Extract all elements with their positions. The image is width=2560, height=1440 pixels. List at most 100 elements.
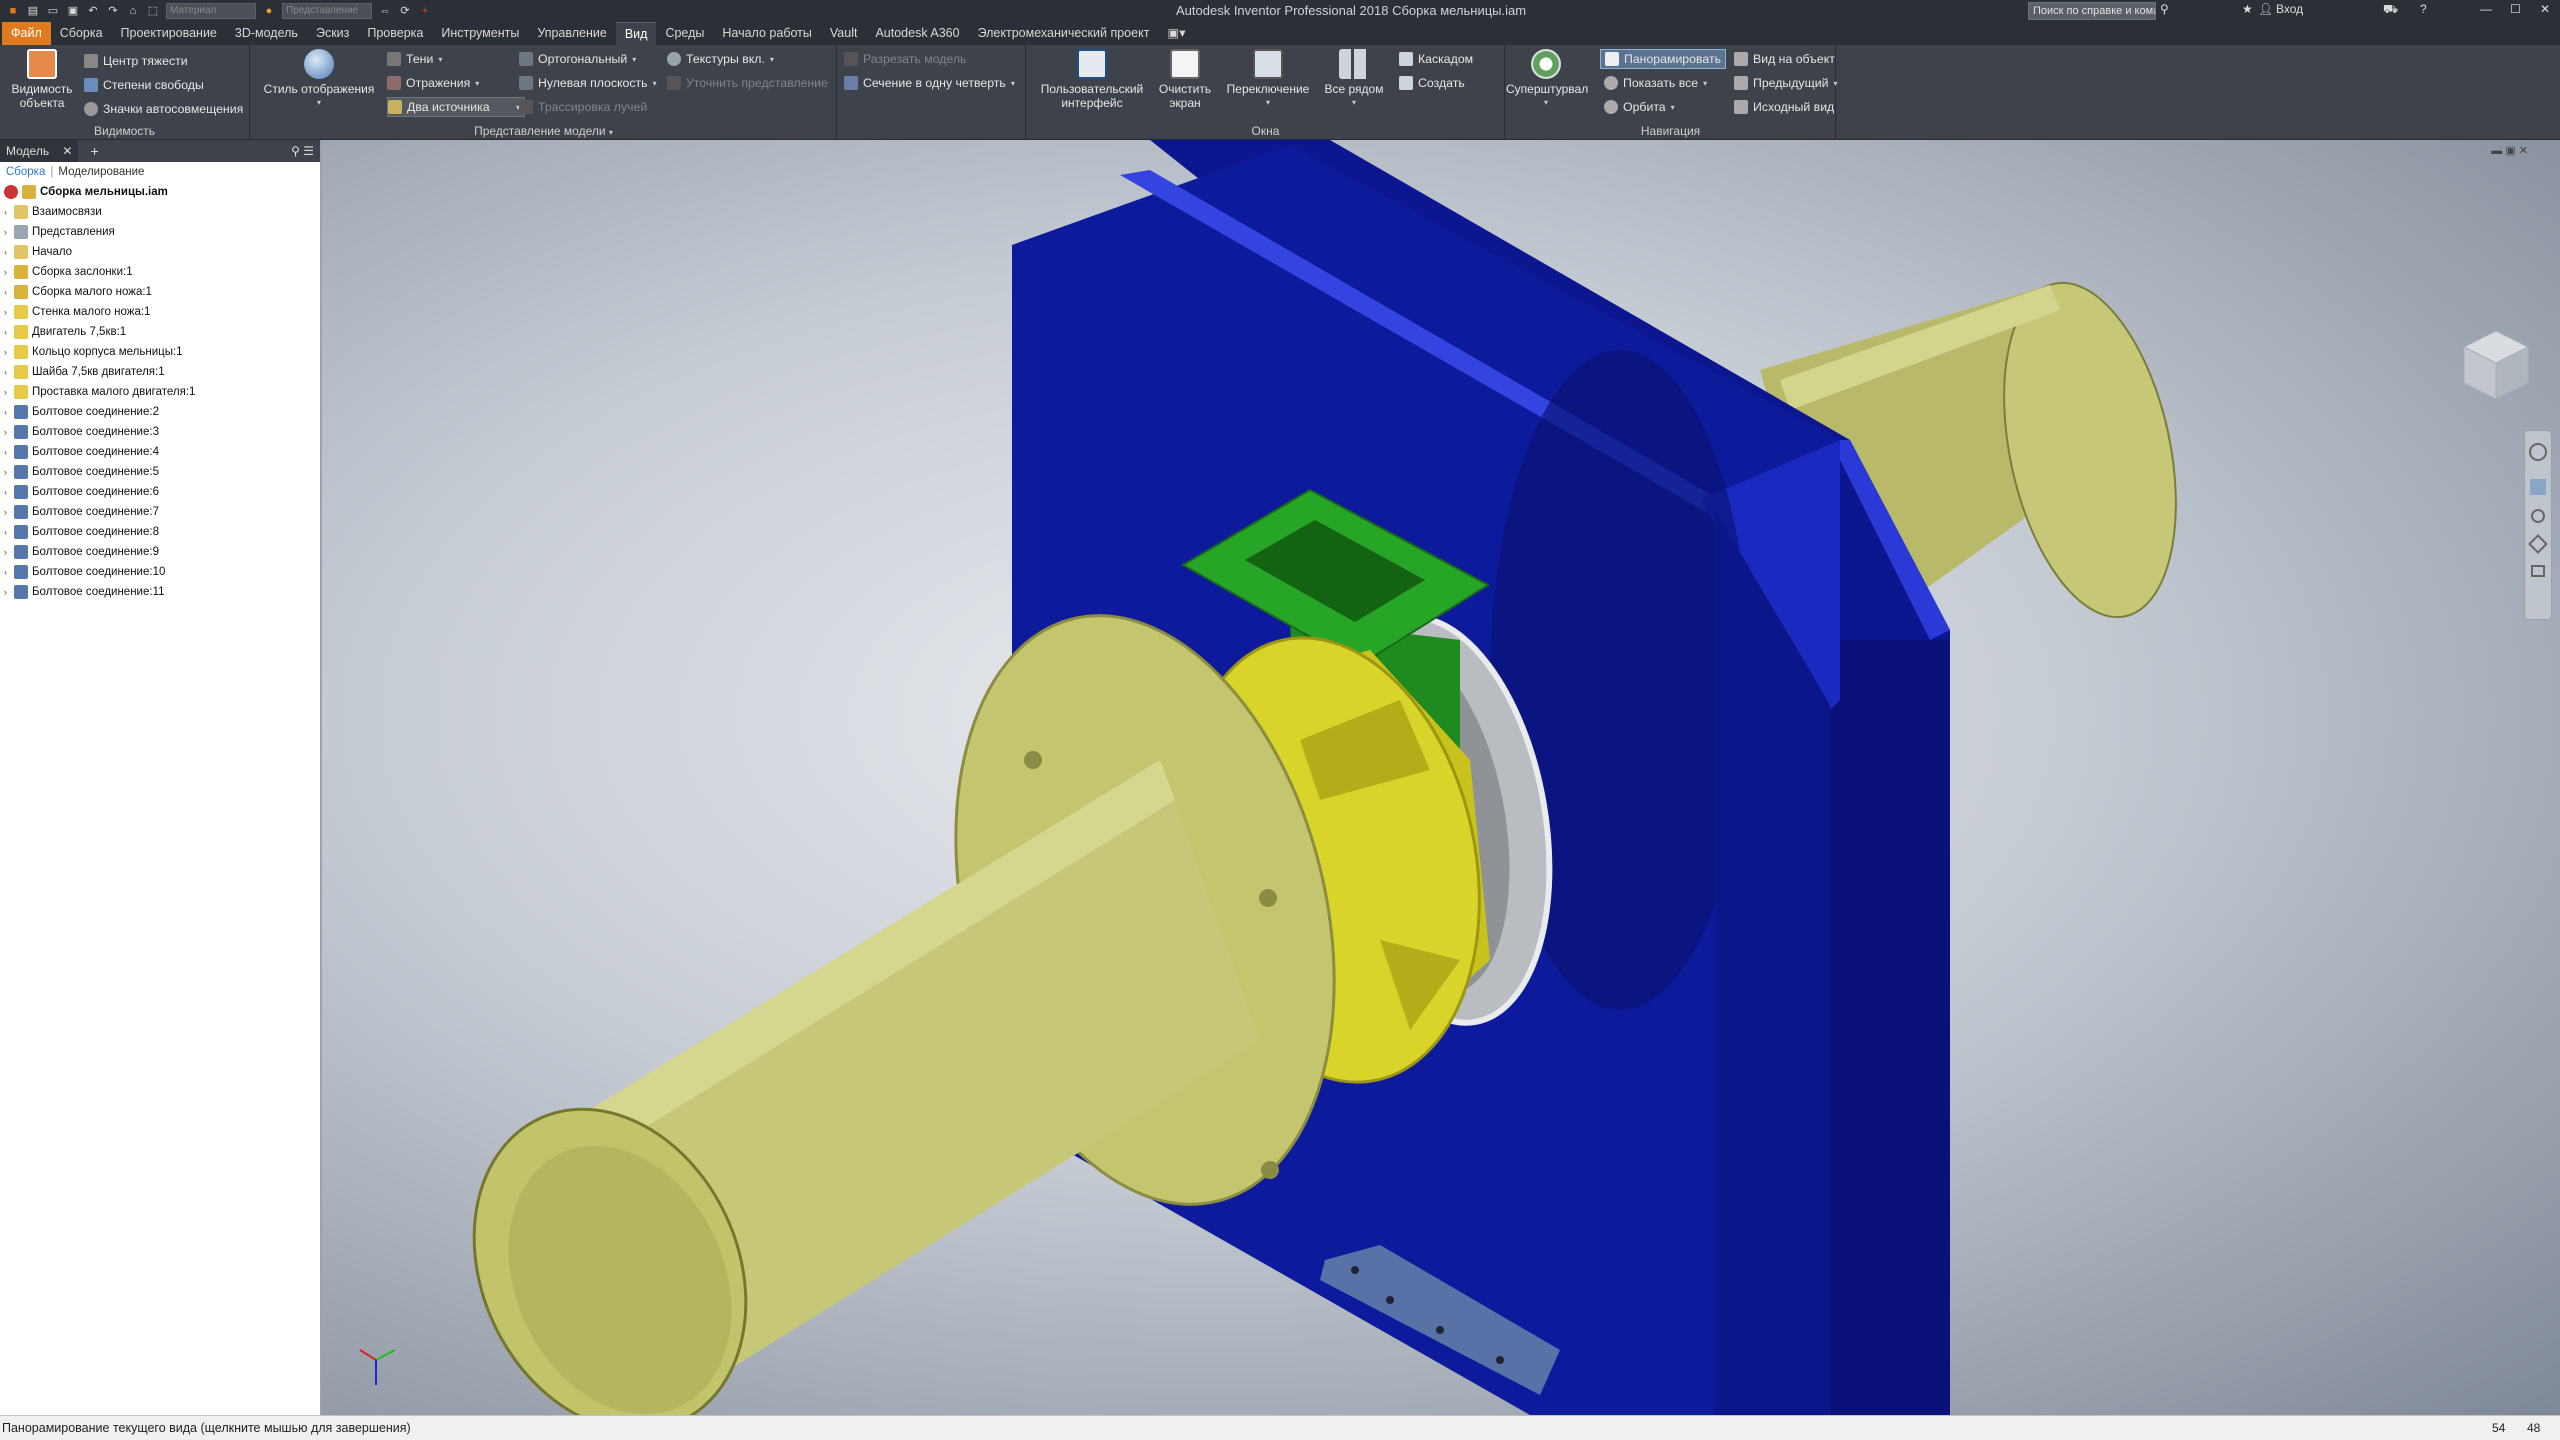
clean-screen-button[interactable]: Очистить экран xyxy=(1155,49,1215,110)
viewport-window-controls[interactable]: ▬ ▣ ✕ xyxy=(2491,144,2528,157)
add-icon[interactable]: + xyxy=(418,5,432,18)
redo-icon[interactable]: ↷ xyxy=(106,5,120,18)
shadows-button[interactable]: Тени ▾ xyxy=(387,49,442,69)
tab-inspect[interactable]: Проверка xyxy=(358,22,432,45)
save-icon[interactable]: ▣ xyxy=(66,5,80,18)
panel-title-appearance[interactable]: Представление модели ▾ xyxy=(251,124,836,138)
main-motor[interactable] xyxy=(423,760,1260,1415)
tree-item[interactable]: › Болтовое соединение:10 xyxy=(4,562,320,582)
tree-item[interactable]: › Стенка малого ножа:1 xyxy=(4,302,320,322)
tab-environments[interactable]: Среды xyxy=(656,22,713,45)
pan-button[interactable]: Панорамировать xyxy=(1600,49,1726,69)
select-icon[interactable]: ⬚ xyxy=(146,5,160,18)
tab-overflow[interactable]: ▣▾ xyxy=(1158,22,1194,45)
tree-item[interactable]: › Болтовое соединение:7 xyxy=(4,502,320,522)
signin-link[interactable]: Вход xyxy=(2276,2,2303,16)
binoculars-icon[interactable]: ⚲ xyxy=(2160,2,2169,16)
new-window-button[interactable]: Создать xyxy=(1399,73,1465,93)
tree-item[interactable]: › Болтовое соединение:2 xyxy=(4,402,320,422)
zoom-all-button[interactable]: Показать все ▾ xyxy=(1604,73,1707,93)
textures-on-button[interactable]: Текстуры вкл. ▾ xyxy=(667,49,774,69)
subtab-modeling[interactable]: Моделирование xyxy=(58,166,144,178)
new-file-icon[interactable]: ▤ xyxy=(26,5,40,18)
tree-item[interactable]: › Болтовое соединение:8 xyxy=(4,522,320,542)
tab-get-started[interactable]: Начало работы xyxy=(713,22,820,45)
center-of-gravity-button[interactable]: Центр тяжести xyxy=(84,51,188,71)
help-search-input[interactable]: Поиск по справке и командам xyxy=(2028,2,2156,20)
tree-item[interactable]: › Проставка малого двигателя:1 xyxy=(4,382,320,402)
object-visibility-button[interactable]: Видимость объекта xyxy=(6,49,78,110)
tree-item[interactable]: › Болтовое соединение:11 xyxy=(4,582,320,602)
orthographic-button[interactable]: Ортогональный ▾ xyxy=(519,49,636,69)
tree-root[interactable]: Сборка мельницы.iam xyxy=(4,182,320,202)
graphics-window[interactable]: ▬ ▣ ✕ xyxy=(322,140,2560,1415)
degrees-of-freedom-button[interactable]: Степени свободы xyxy=(84,75,204,95)
help-icon[interactable]: ? xyxy=(2420,2,2427,16)
home-view-button[interactable]: Исходный вид xyxy=(1734,97,1834,117)
tree-item[interactable]: › Двигатель 7,5кв:1 xyxy=(4,322,320,342)
refine-appearance-button[interactable]: Уточнить представление xyxy=(667,73,828,93)
inventor-logo-icon[interactable]: ■ xyxy=(6,5,20,18)
ground-plane-button[interactable]: Нулевая плоскость ▾ xyxy=(519,73,657,93)
subtab-assembly[interactable]: Сборка xyxy=(6,166,45,178)
open-icon[interactable]: ▭ xyxy=(46,5,60,18)
tab-assemble[interactable]: Сборка xyxy=(51,22,112,45)
user-interface-button[interactable]: Пользовательский интерфейс xyxy=(1033,49,1151,110)
tile-all-button[interactable]: Все рядом ▾ xyxy=(1319,49,1389,110)
full-wheel-icon[interactable] xyxy=(2529,443,2547,461)
update-icon[interactable]: ⟳ xyxy=(398,5,412,18)
steering-wheel-button[interactable]: Суперштурвал ▾ xyxy=(1506,49,1588,110)
half-section-button[interactable]: Разрезать модель xyxy=(844,49,966,69)
navigation-bar[interactable] xyxy=(2524,430,2552,620)
tree-item[interactable]: › Болтовое соединение:9 xyxy=(4,542,320,562)
tree-item[interactable]: › Болтовое соединение:4 xyxy=(4,442,320,462)
star-icon[interactable]: ★ xyxy=(2242,2,2253,16)
previous-view-button[interactable]: Предыдущий ▾ xyxy=(1734,73,1837,93)
ilogic-glyphs-button[interactable]: Значки автосовмещения xyxy=(84,99,243,119)
look-at-nav-icon[interactable] xyxy=(2531,565,2545,577)
browser-tab-model[interactable]: Модель ✕ xyxy=(0,140,79,162)
quarter-section-button[interactable]: Сечение в одну четверть ▾ xyxy=(844,73,1015,93)
reflections-button[interactable]: Отражения ▾ xyxy=(387,73,479,93)
tab-design[interactable]: Проектирование xyxy=(112,22,226,45)
tab-tools[interactable]: Инструменты xyxy=(432,22,528,45)
pan-icon[interactable] xyxy=(2530,479,2546,495)
close-icon[interactable]: ✕ xyxy=(2540,2,2550,16)
ray-tracing-button[interactable]: Трассировка лучей xyxy=(519,97,647,117)
tab-electromechanical[interactable]: Электромеханический проект xyxy=(969,22,1159,45)
tree-item[interactable]: › Кольцо корпуса мельницы:1 xyxy=(4,342,320,362)
tree-item[interactable]: › Представления xyxy=(4,222,320,242)
tree-item[interactable]: › Болтовое соединение:6 xyxy=(4,482,320,502)
tab-view[interactable]: Вид xyxy=(615,22,657,45)
tree-item[interactable]: › Болтовое соединение:3 xyxy=(4,422,320,442)
tree-item[interactable]: › Шайба 7,5кв двигателя:1 xyxy=(4,362,320,382)
switch-windows-button[interactable]: Переключение ▾ xyxy=(1223,49,1313,110)
appearance-icon[interactable]: ● xyxy=(262,5,276,18)
minimize-icon[interactable]: — xyxy=(2480,2,2492,16)
home-icon[interactable]: ⌂ xyxy=(126,5,140,18)
orbit-nav-icon[interactable] xyxy=(2528,534,2548,554)
undo-icon[interactable]: ↶ xyxy=(86,5,100,18)
tree-item[interactable]: › Начало xyxy=(4,242,320,262)
viewcube[interactable] xyxy=(2456,325,2536,405)
assembly-model[interactable] xyxy=(322,140,2560,1415)
zoom-nav-icon[interactable] xyxy=(2531,509,2545,523)
tab-vault[interactable]: Vault xyxy=(821,22,867,45)
visual-style-button[interactable]: Стиль отображения ▾ xyxy=(257,49,381,110)
cart-icon[interactable]: ⛟ xyxy=(2383,2,2398,18)
maximize-icon[interactable]: ☐ xyxy=(2510,2,2521,16)
tree-item[interactable]: › Сборка заслонки:1 xyxy=(4,262,320,282)
tree-item[interactable]: › Болтовое соединение:5 xyxy=(4,462,320,482)
look-at-button[interactable]: Вид на объект xyxy=(1734,49,1835,69)
appearance-combo[interactable]: Представление xyxy=(282,3,372,19)
tree-item[interactable]: › Взаимосвязи xyxy=(4,202,320,222)
close-tab-icon[interactable]: ✕ xyxy=(62,144,72,158)
tree-item[interactable]: › Сборка малого ножа:1 xyxy=(4,282,320,302)
tab-sketch[interactable]: Эскиз xyxy=(307,22,358,45)
tab-manage[interactable]: Управление xyxy=(528,22,616,45)
lighting-select[interactable]: Два источника ▾ xyxy=(387,97,526,117)
user-icon[interactable]: 👤︎ xyxy=(2258,2,2273,16)
orbit-button[interactable]: Орбита ▾ xyxy=(1604,97,1675,117)
measure-icon[interactable]: ⇔ xyxy=(378,5,392,18)
tab-a360[interactable]: Autodesk A360 xyxy=(866,22,968,45)
